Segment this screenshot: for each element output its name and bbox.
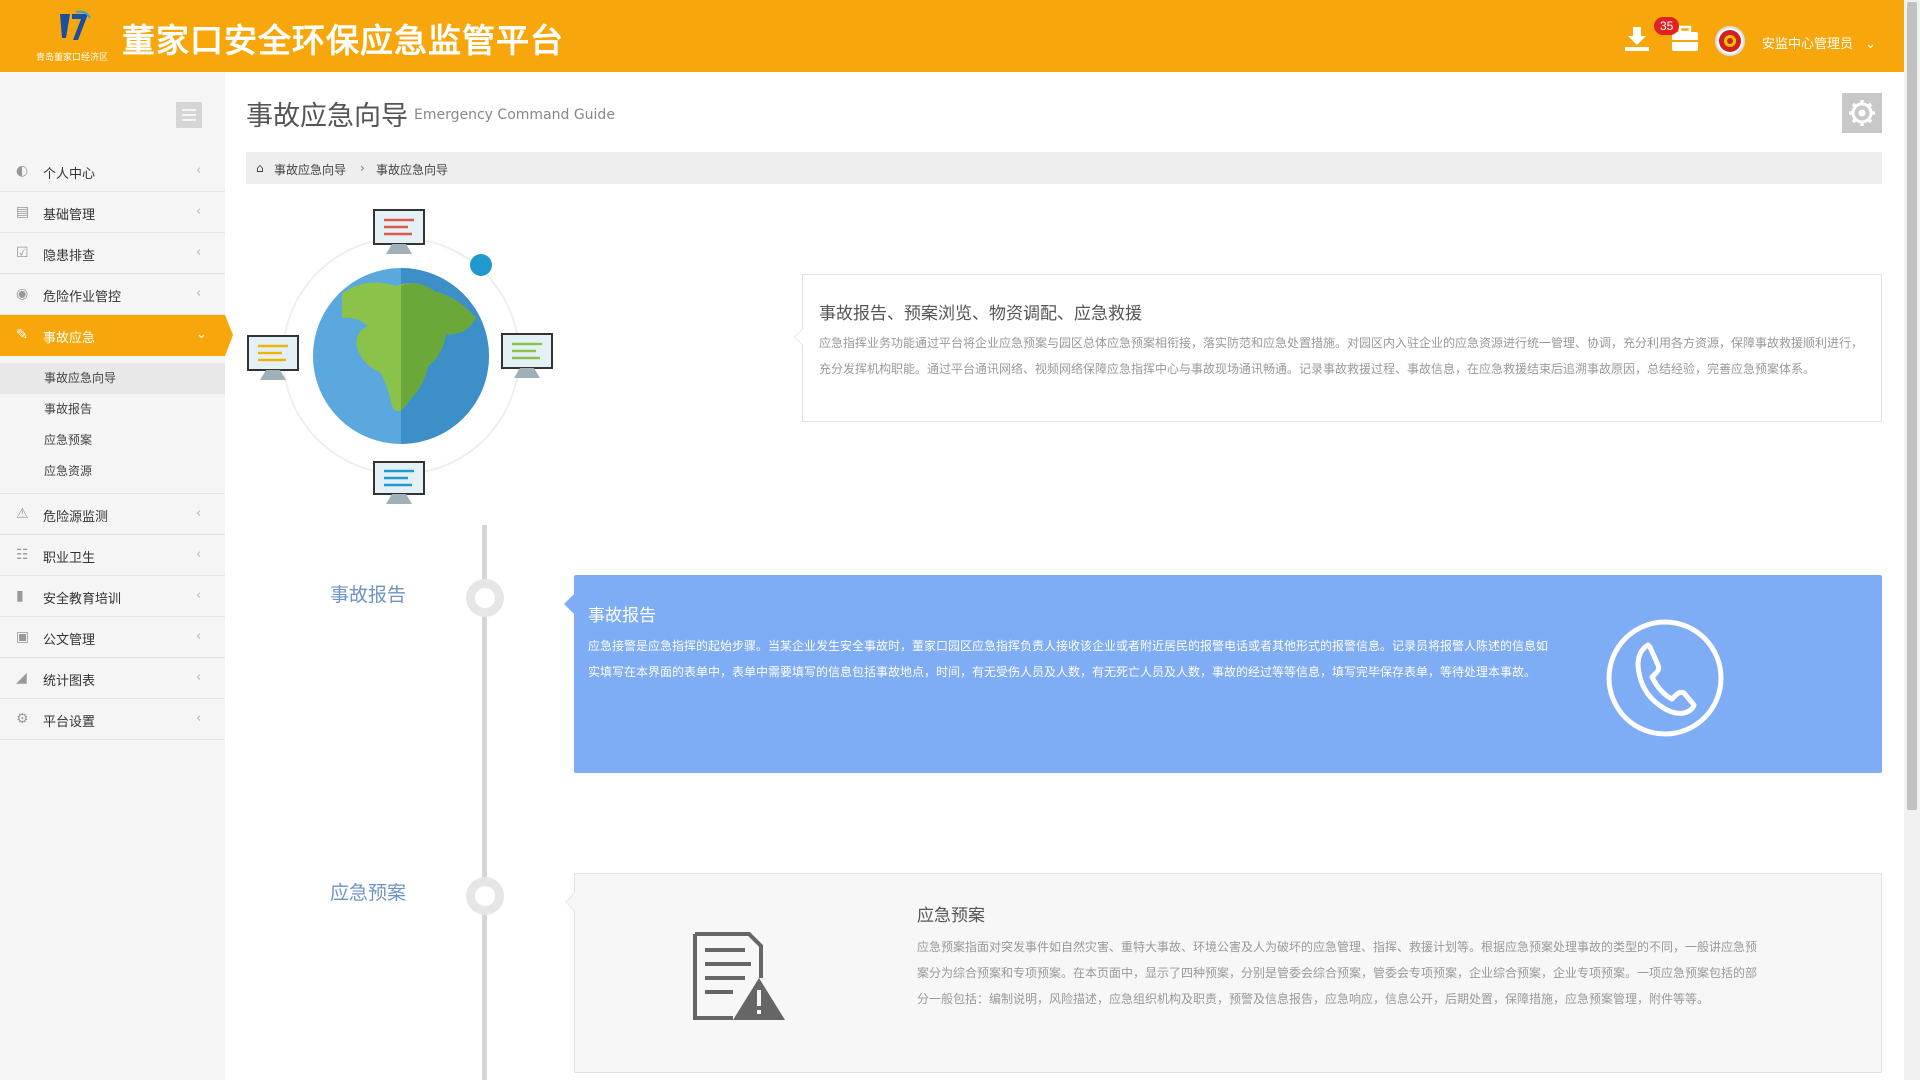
sidebar-item-label: 危险源监测 [43,510,109,525]
submenu: 事故应急向导 事故报告 应急预案 应急资源 [0,356,225,494]
sidebar-item-label: 个人中心 [43,167,96,182]
sidebar-item-label: 公文管理 [43,633,96,648]
notification-badge: 35 [1654,17,1680,35]
chevron-left-icon: ‹ [196,711,202,726]
sidebar: ◐ 个人中心 ‹ ▤ 基础管理 ‹ ☑ 隐患排查 ‹ ◉ 危险作业管控 ‹ ✎ … [0,72,233,1080]
sidebar-item-label: 隐患排查 [43,249,96,264]
monitor-icon [247,335,299,380]
dashboard-icon: ◐ [16,163,29,179]
logo-mark-icon [60,10,91,40]
briefcase-icon: ▤ [16,204,30,220]
breadcrumb-separator-icon: › [360,161,365,175]
scrollbar-thumb[interactable] [1907,2,1917,810]
page-title: 事故应急向导 [246,101,408,132]
emergency-plan-card[interactable]: 应急预案 应急预案指面对突发事件如自然灾害、重特大事故、环境公害及人为破坏的应急… [565,873,1882,1073]
timeline-label-report[interactable]: 事故报告 [330,580,406,607]
timeline-label-plan[interactable]: 应急预案 [330,878,406,905]
username-label: 安监中心管理员 [1762,37,1854,52]
breadcrumb-link[interactable]: 事故应急向导 [274,161,346,178]
gear-icon: ⚙ [16,711,29,727]
chevron-left-icon: ‹ [196,245,202,260]
sidebar-item-label: 事故应急 [43,331,96,346]
monitor-icon [501,333,553,378]
sidebar-item-personal-center[interactable]: ◐ 个人中心 ‹ [0,151,225,192]
document-icon: ▣ [16,629,30,645]
wrench-icon: ✎ [16,327,28,343]
sidebar-item-occupational-health[interactable]: ☷ 职业卫生 ‹ [0,535,225,576]
sidebar-item-hazard-check[interactable]: ☑ 隐患排查 ‹ [0,233,225,274]
breadcrumb-current: 事故应急向导 [376,163,449,177]
sidebar-item-label: 基础管理 [43,208,96,223]
chevron-left-icon: ‹ [196,629,202,644]
sidebar-item-label: 统计图表 [43,674,96,689]
submenu-item-report[interactable]: 事故报告 [0,394,225,425]
phone-icon [1606,619,1724,737]
sidebar-item-safety-training[interactable]: ▮ 安全教育培训 ‹ [0,576,225,617]
calendar-check-icon: ☑ [16,245,29,261]
page-subtitle: Emergency Command Guide [414,107,615,123]
breadcrumb: ⌂ 事故应急向导 › 事故应急向导 [246,152,1882,184]
chevron-down-icon: ⌄ [196,327,207,342]
user-menu[interactable]: 安监中心管理员 ⌄ [1762,33,1876,52]
sidebar-item-label: 安全教育培训 [43,592,122,607]
emblem-icon [1719,30,1741,52]
chevron-left-icon: ‹ [196,163,202,178]
avatar[interactable] [1715,26,1745,56]
accident-report-card[interactable]: 事故报告 应急接警是应急指挥的起始步骤。当某企业发生安全事故时，董家口园区应急指… [564,575,1882,773]
sidebar-item-basic-management[interactable]: ▤ 基础管理 ‹ [0,192,225,233]
clipboard-icon: ☷ [16,547,29,563]
submenu-item-guide[interactable]: 事故应急向导 [0,363,225,394]
intro-text: 应急指挥业务功能通过平台将企业应急预案与园区总体应急预案相衔接，落实防范和应急处… [819,336,1864,376]
settings-button[interactable] [1842,93,1882,133]
sidebar-item-label: 平台设置 [43,715,96,730]
chevron-down-icon: ⌄ [1865,37,1877,52]
monitor-icon [373,461,425,504]
card-heading: 事故报告 [588,606,656,626]
sidebar-item-label: 职业卫生 [43,551,96,566]
timeline-dot [466,877,504,915]
download-icon[interactable] [1622,24,1652,54]
sidebar-item-accident-emergency[interactable]: ✎ 事故应急 ⌄ [0,315,233,356]
card-text: 应急接警是应急指挥的起始步骤。当某企业发生安全事故时，董家口园区应急指挥负责人接… [588,639,1549,679]
chevron-left-icon: ‹ [196,506,202,521]
page-scrollbar[interactable] [1904,0,1920,1080]
logo-subtext: 青岛董家口经济区 [35,53,108,63]
chevron-left-icon: ‹ [196,547,202,562]
top-header: 青岛董家口经济区 董家口安全环保应急监管平台 35 安监中心管理员 ⌄ [0,0,1904,72]
warning-icon: ⚠ [16,506,29,522]
chevron-left-icon: ‹ [196,286,202,301]
sidebar-item-statistics[interactable]: ◢ 统计图表 ‹ [0,658,225,699]
sidebar-toggle-button[interactable] [176,102,202,128]
home-icon[interactable]: ⌂ [256,161,264,175]
sidebar-item-document-management[interactable]: ▣ 公文管理 ‹ [0,617,225,658]
sidebar-item-label: 危险作业管控 [43,290,122,305]
sidebar-item-hazard-monitor[interactable]: ⚠ 危险源监测 ‹ [0,494,225,535]
sidebar-item-dangerous-work[interactable]: ◉ 危险作业管控 ‹ [0,274,225,315]
intro-heading: 事故报告、预案浏览、物资调配、应急救援 [819,304,1142,324]
chevron-left-icon: ‹ [196,670,202,685]
chevron-left-icon: ‹ [196,588,202,603]
submenu-item-plan[interactable]: 应急预案 [0,425,225,456]
logo[interactable]: 青岛董家口经济区 [30,8,114,64]
area-chart-icon: ◢ [16,670,27,686]
chevron-left-icon: ‹ [196,204,202,219]
submenu-item-resource[interactable]: 应急资源 [0,456,225,487]
app-title: 董家口安全环保应急监管平台 [122,21,564,60]
timeline-dot [466,579,504,617]
card-heading: 应急预案 [917,906,985,926]
document-warning-icon [693,932,785,1020]
globe-network-illustration [247,209,553,504]
intro-box: 事故报告、预案浏览、物资调配、应急救援 应急指挥业务功能通过平台将企业应急预案与… [794,274,1882,422]
card-text: 应急预案指面对突发事件如自然灾害、重特大事故、环境公害及人为破坏的应急管理、指挥… [917,940,1758,1006]
eye-icon: ◉ [16,286,29,302]
sidebar-menu: ◐ 个人中心 ‹ ▤ 基础管理 ‹ ☑ 隐患排查 ‹ ◉ 危险作业管控 ‹ ✎ … [0,151,233,740]
gear-icon [1849,100,1875,126]
sidebar-item-platform-settings[interactable]: ⚙ 平台设置 ‹ [0,699,225,740]
book-icon: ▮ [16,588,24,604]
monitor-icon [373,209,425,254]
